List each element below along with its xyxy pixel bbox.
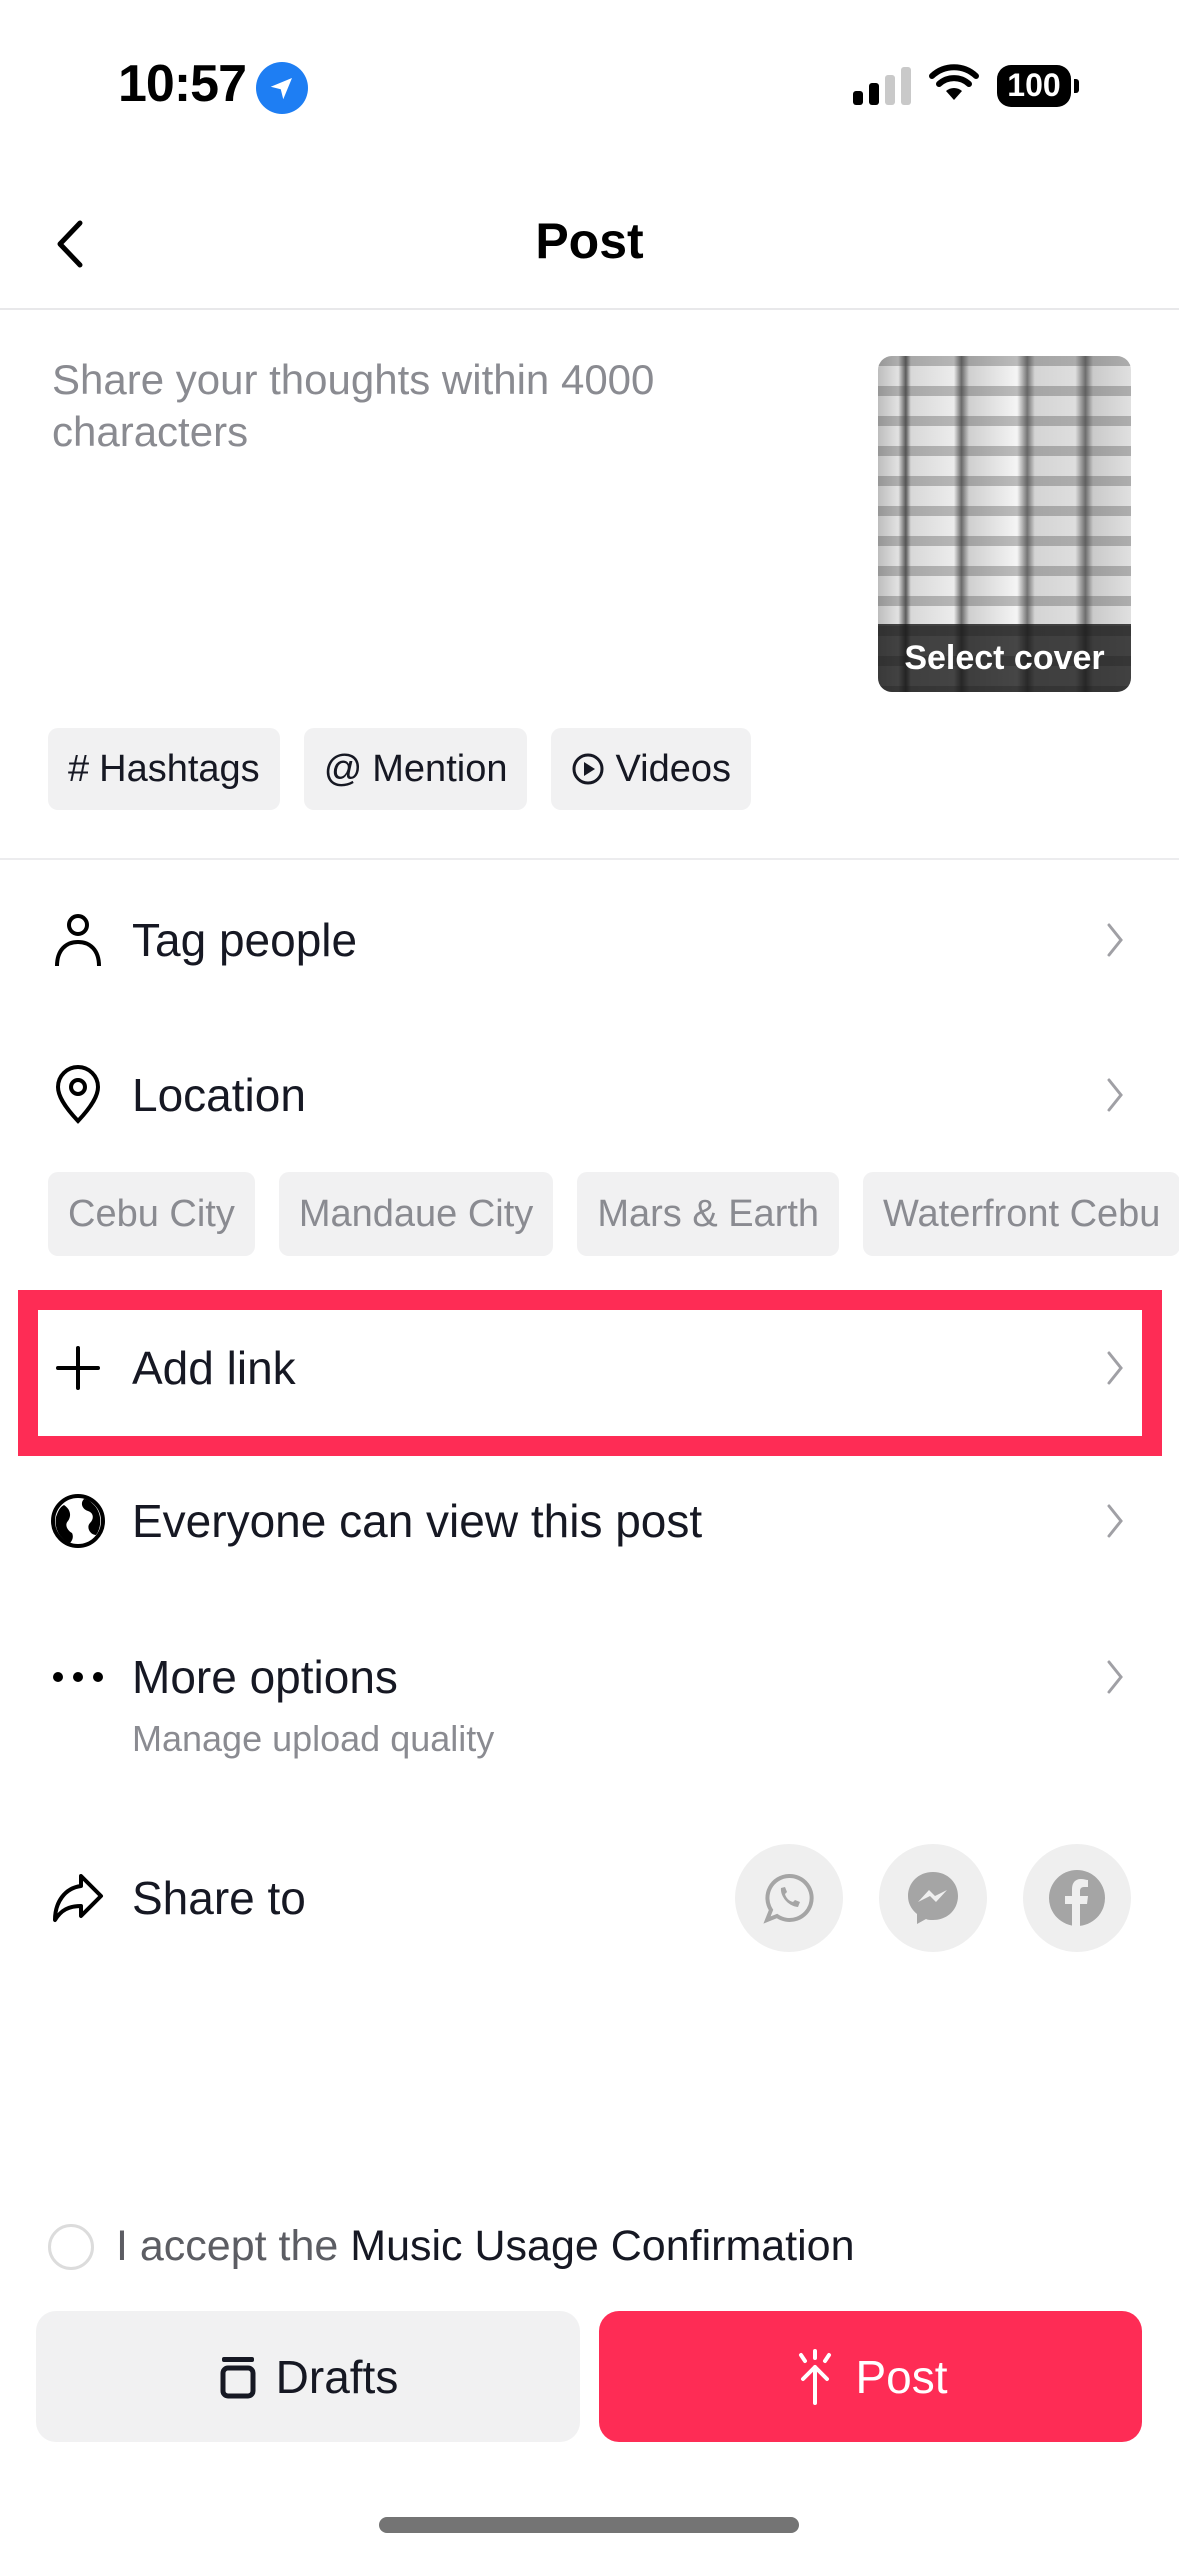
battery-indicator: 100: [997, 64, 1079, 107]
plus-icon: [48, 1338, 108, 1398]
location-arrow-icon: [256, 62, 308, 114]
hashtag-icon: #: [68, 747, 90, 790]
select-cover-label: Select cover: [878, 624, 1131, 692]
battery-level: 100: [997, 64, 1071, 107]
videos-label: Videos: [615, 747, 731, 790]
more-options-row[interactable]: More options: [0, 1622, 1179, 1732]
share-whatsapp-button[interactable]: [735, 1844, 843, 1952]
battery-tip: [1074, 78, 1079, 93]
hashtags-chip[interactable]: # Hashtags: [48, 728, 280, 810]
location-row[interactable]: Location: [0, 1040, 1179, 1150]
globe-icon: [48, 1491, 108, 1551]
location-chip[interactable]: Waterfront Cebu: [863, 1172, 1179, 1256]
music-usage-link[interactable]: Music Usage Confirmation: [350, 2222, 854, 2270]
post-label: Post: [855, 2350, 948, 2403]
hashtags-label: Hashtags: [99, 747, 260, 790]
add-link-row[interactable]: Add link: [0, 1313, 1179, 1423]
tag-people-row[interactable]: Tag people: [0, 885, 1179, 995]
caption-input[interactable]: Share your thoughts within 4000 characte…: [52, 354, 772, 458]
cover-thumbnail[interactable]: Select cover: [878, 356, 1131, 692]
accept-radio[interactable]: [48, 2223, 94, 2270]
post-button[interactable]: Post: [599, 2311, 1142, 2442]
share-to-label: Share to: [132, 1872, 306, 1924]
status-time: 10:57: [118, 55, 247, 113]
chevron-right-icon: [1095, 1657, 1135, 1697]
location-pin-icon: [48, 1065, 108, 1125]
compose-chips: # Hashtags @ Mention Videos: [48, 728, 751, 810]
drafts-button[interactable]: Drafts: [36, 2311, 580, 2442]
at-icon: @: [323, 747, 363, 790]
mention-label: Mention: [372, 747, 508, 790]
share-facebook-button[interactable]: [1023, 1844, 1131, 1952]
drafts-label: Drafts: [275, 2350, 399, 2403]
person-icon: [48, 910, 108, 970]
status-indicators: 100: [853, 64, 1079, 107]
play-circle-icon: [572, 753, 604, 785]
location-chip[interactable]: Mars & Earth: [577, 1172, 840, 1256]
chevron-right-icon: [1095, 920, 1135, 960]
location-chip[interactable]: Cebu City: [48, 1172, 255, 1256]
videos-chip[interactable]: Videos: [551, 728, 751, 810]
location-label: Location: [132, 1069, 306, 1121]
page-title: Post: [535, 213, 644, 269]
messenger-icon: [908, 1872, 958, 1924]
share-messenger-button[interactable]: [879, 1844, 987, 1952]
chevron-right-icon: [1095, 1348, 1135, 1388]
add-link-label: Add link: [132, 1342, 296, 1394]
status-bar: 10:57 100: [0, 0, 1179, 170]
more-dots-icon: [48, 1647, 108, 1707]
share-arrow-icon: [48, 1868, 108, 1928]
wifi-icon: [929, 64, 979, 107]
location-chip[interactable]: Mandaue City: [278, 1172, 554, 1256]
cellular-signal-icon: [853, 66, 911, 105]
chevron-right-icon: [1095, 1501, 1135, 1541]
mention-chip[interactable]: @ Mention: [303, 728, 528, 810]
accept-prefix: I accept the: [116, 2222, 339, 2270]
location-suggestions: Cebu City Mandaue City Mars & Earth Wate…: [48, 1172, 1179, 1256]
chevron-right-icon: [1095, 1075, 1135, 1115]
tag-people-label: Tag people: [132, 914, 358, 966]
privacy-row[interactable]: Everyone can view this post: [0, 1466, 1179, 1576]
home-indicator[interactable]: [379, 2517, 799, 2533]
music-usage-accept[interactable]: I accept the Music Usage Confirmation: [48, 2222, 855, 2271]
compose-section: Share your thoughts within 4000 characte…: [0, 312, 1179, 860]
more-options-label: More options: [132, 1651, 398, 1703]
more-options-sublabel: Manage upload quality: [132, 1718, 495, 1759]
whatsapp-icon: [763, 1873, 814, 1924]
nav-header: Post: [0, 190, 1179, 310]
facebook-icon: [1049, 1870, 1105, 1928]
drafts-icon: [220, 2356, 256, 2398]
post-upload-icon: [799, 2348, 832, 2405]
share-targets: [735, 1844, 1131, 1952]
privacy-label: Everyone can view this post: [132, 1495, 703, 1547]
